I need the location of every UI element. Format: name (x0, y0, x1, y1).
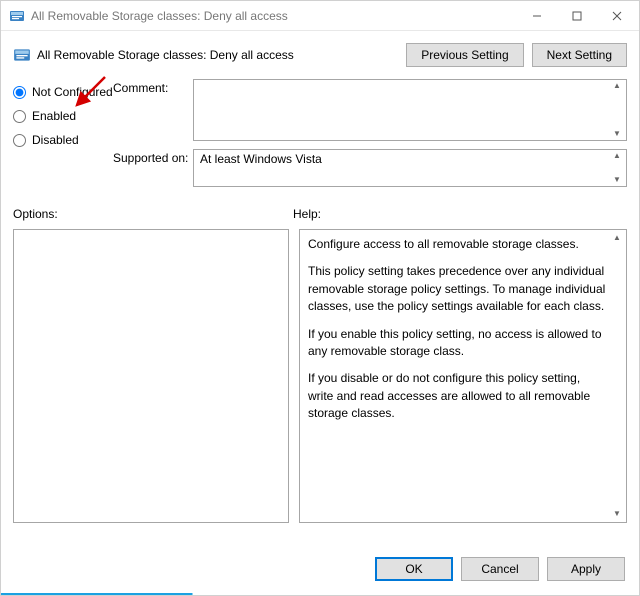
radio-enabled-label: Enabled (32, 109, 76, 123)
supported-on-label: Supported on: (113, 149, 193, 187)
next-setting-button[interactable]: Next Setting (532, 43, 627, 67)
minimize-button[interactable] (517, 2, 557, 30)
scroll-up-icon[interactable]: ▲ (610, 152, 624, 160)
comment-input[interactable]: ▲ ▼ (193, 79, 627, 141)
help-scrollbar[interactable]: ▲ ▼ (610, 234, 624, 518)
maximize-button[interactable] (557, 2, 597, 30)
supported-on-field: At least Windows Vista ▲ ▼ (193, 149, 627, 187)
state-radio-group: Not Configured Enabled Disabled (13, 79, 113, 195)
previous-setting-button[interactable]: Previous Setting (406, 43, 523, 67)
scroll-down-icon[interactable]: ▼ (610, 510, 624, 518)
supported-scrollbar[interactable]: ▲ ▼ (610, 152, 624, 184)
help-paragraph: This policy setting takes precedence ove… (308, 263, 608, 315)
help-paragraph: If you disable or do not configure this … (308, 370, 608, 422)
options-pane[interactable] (13, 229, 289, 523)
page-title: All Removable Storage classes: Deny all … (37, 48, 398, 62)
scroll-down-icon[interactable]: ▼ (610, 176, 624, 184)
supported-on-value: At least Windows Vista (200, 152, 322, 166)
help-label: Help: (293, 207, 627, 221)
header-row: All Removable Storage classes: Deny all … (1, 31, 639, 75)
radio-enabled-input[interactable] (13, 110, 26, 123)
ok-button[interactable]: OK (375, 557, 453, 581)
comment-label: Comment: (113, 79, 193, 141)
policy-icon (13, 46, 31, 64)
help-paragraph: If you enable this policy setting, no ac… (308, 326, 608, 361)
comment-scrollbar[interactable]: ▲ ▼ (610, 82, 624, 138)
scroll-up-icon[interactable]: ▲ (610, 82, 624, 90)
close-button[interactable] (597, 2, 637, 30)
radio-not-configured[interactable]: Not Configured (13, 85, 113, 99)
scroll-up-icon[interactable]: ▲ (610, 234, 624, 242)
section-labels: Options: Help: (1, 207, 639, 221)
radio-disabled-input[interactable] (13, 134, 26, 147)
radio-disabled-label: Disabled (32, 133, 79, 147)
accent-bar (1, 593, 639, 595)
window-title: All Removable Storage classes: Deny all … (31, 9, 517, 23)
cancel-button[interactable]: Cancel (461, 557, 539, 581)
policy-icon (9, 8, 25, 24)
apply-button[interactable]: Apply (547, 557, 625, 581)
radio-not-configured-input[interactable] (13, 86, 26, 99)
radio-not-configured-label: Not Configured (32, 85, 113, 99)
dialog-footer: OK Cancel Apply (1, 545, 639, 593)
titlebar: All Removable Storage classes: Deny all … (1, 1, 639, 31)
policy-dialog-window: All Removable Storage classes: Deny all … (0, 0, 640, 596)
radio-disabled[interactable]: Disabled (13, 133, 113, 147)
scroll-down-icon[interactable]: ▼ (610, 130, 624, 138)
radio-enabled[interactable]: Enabled (13, 109, 113, 123)
options-label: Options: (13, 207, 293, 221)
help-paragraph: Configure access to all removable storag… (308, 236, 608, 253)
help-pane[interactable]: Configure access to all removable storag… (299, 229, 627, 523)
